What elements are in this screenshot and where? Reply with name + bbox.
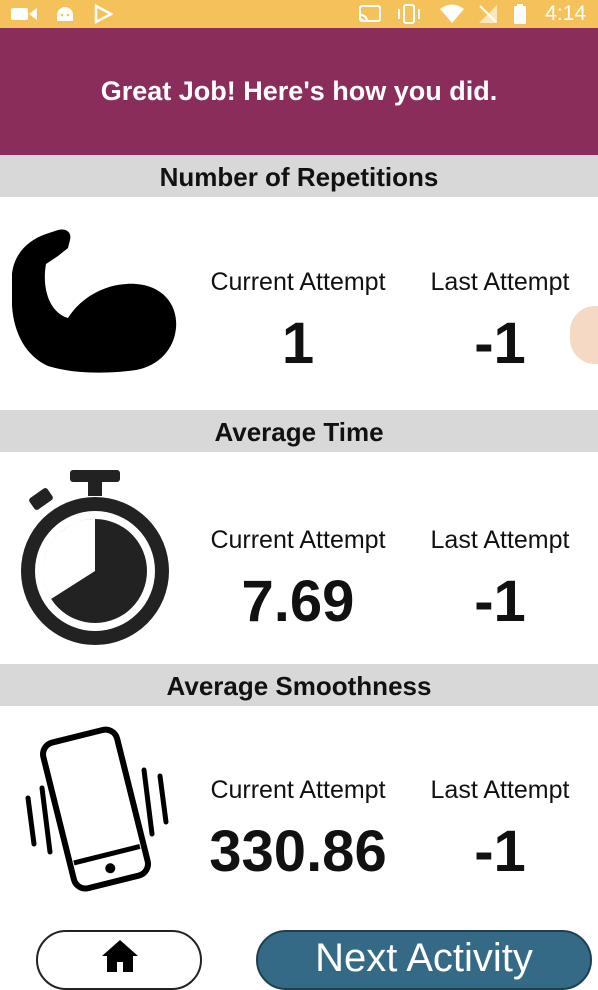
current-attempt-value: 7.69 bbox=[241, 569, 355, 634]
flexed-bicep-icon bbox=[8, 226, 180, 380]
section-title-repetitions: Number of Repetitions bbox=[0, 155, 598, 197]
home-icon bbox=[100, 938, 140, 976]
battery-icon bbox=[508, 0, 532, 28]
no-signal-icon bbox=[476, 0, 500, 28]
vibrating-phone-icon bbox=[16, 726, 176, 900]
last-attempt-value: -1 bbox=[474, 569, 526, 634]
current-attempt-label: Current Attempt bbox=[210, 526, 386, 554]
current-attempt-label: Current Attempt bbox=[210, 268, 386, 296]
current-attempt-label: Current Attempt bbox=[210, 776, 386, 804]
next-activity-label: Next Activity bbox=[315, 936, 533, 980]
wifi-icon bbox=[438, 0, 466, 28]
current-attempt-value: 1 bbox=[281, 311, 315, 376]
vibrate-icon bbox=[394, 0, 424, 28]
cast-icon bbox=[356, 0, 384, 28]
section-title-average-smoothness: Average Smoothness bbox=[0, 664, 598, 706]
last-attempt-value: -1 bbox=[474, 311, 526, 376]
last-attempt-label: Last Attempt bbox=[430, 526, 570, 554]
results-header: Great Job! Here's how you did. bbox=[0, 28, 598, 155]
current-attempt-value: 330.86 bbox=[209, 819, 387, 884]
play-store-icon bbox=[92, 0, 114, 28]
last-attempt-label: Last Attempt bbox=[430, 268, 570, 296]
home-button[interactable] bbox=[36, 930, 202, 990]
stopwatch-icon bbox=[18, 468, 172, 652]
status-bar: 4:14 bbox=[0, 0, 598, 28]
section-title-average-time: Average Time bbox=[0, 410, 598, 452]
video-camera-icon bbox=[10, 0, 38, 28]
status-time: 4:14 bbox=[545, 2, 586, 25]
next-activity-button[interactable]: Next Activity bbox=[256, 930, 592, 990]
header-title: Great Job! Here's how you did. bbox=[100, 76, 498, 106]
last-attempt-label: Last Attempt bbox=[430, 776, 570, 804]
android-icon bbox=[54, 0, 76, 28]
last-attempt-value: -1 bbox=[474, 819, 526, 884]
